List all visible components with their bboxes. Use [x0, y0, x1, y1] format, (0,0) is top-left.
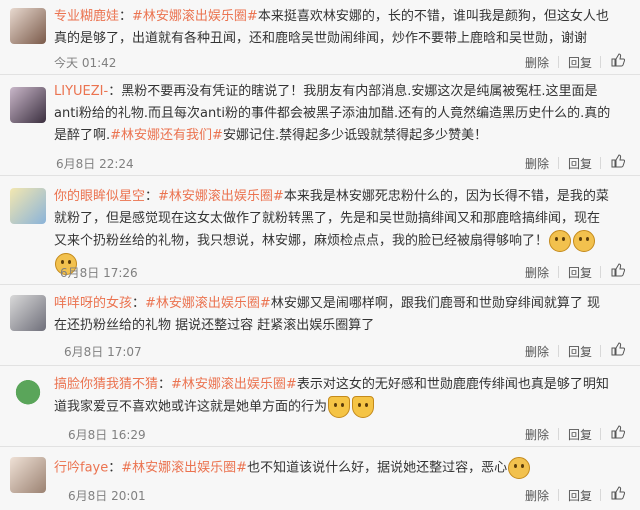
- delete-button[interactable]: 删除: [525, 343, 549, 360]
- timestamp: 6月8日 16:29: [68, 428, 146, 442]
- timestamp: 6月8日 22:24: [56, 157, 134, 171]
- emoji-icon: [573, 230, 596, 252]
- delete-button[interactable]: 删除: [525, 264, 549, 281]
- comment-item: 行吟faye：#林安娜滚出娱乐圈#也不知道该说什么好，据说她还整过容，恶心 6月…: [0, 447, 640, 510]
- topic-link[interactable]: #林安娜滚出娱乐圈#: [145, 296, 271, 311]
- username[interactable]: 专业糊鹿娃: [54, 9, 119, 24]
- avatar[interactable]: [10, 457, 46, 493]
- cat-emoji-icon: [352, 396, 375, 418]
- reply-button[interactable]: 回复: [568, 487, 592, 504]
- timestamp: 6月8日 20:01: [68, 489, 146, 503]
- timestamp: 6月8日 17:26: [60, 266, 138, 280]
- avatar[interactable]: [10, 376, 46, 412]
- emoji-icon: [508, 457, 531, 479]
- reply-button[interactable]: 回复: [568, 155, 592, 172]
- emoji-icon: [549, 230, 572, 252]
- topic-link[interactable]: #林安娜滚出娱乐圈#: [158, 189, 284, 204]
- thumbs-up-icon[interactable]: [611, 425, 625, 439]
- thumbs-up-icon[interactable]: [611, 53, 625, 67]
- username[interactable]: 搞脸你猜我猜不猜: [54, 377, 158, 392]
- reply-button[interactable]: 回复: [568, 426, 592, 443]
- avatar[interactable]: [10, 8, 46, 44]
- avatar[interactable]: [10, 188, 46, 224]
- username[interactable]: 你的眼眸似星空: [54, 189, 145, 204]
- reply-button[interactable]: 回复: [568, 54, 592, 71]
- topic-link[interactable]: #林安娜滚出娱乐圈#: [171, 377, 297, 392]
- comment-item: 咩咩呀的女孩：#林安娜滚出娱乐圈#林安娜又是闹哪样啊，跟我们鹿哥和世勋穿绯闻就算…: [0, 285, 640, 365]
- thumbs-up-icon[interactable]: [611, 154, 625, 168]
- thumbs-up-icon[interactable]: [611, 342, 625, 356]
- thumbs-up-icon[interactable]: [611, 486, 625, 500]
- avatar[interactable]: [10, 295, 46, 331]
- username[interactable]: 咩咩呀的女孩: [54, 296, 132, 311]
- topic-link[interactable]: #林安娜滚出娱乐圈#: [132, 9, 258, 24]
- delete-button[interactable]: 删除: [525, 54, 549, 71]
- comment-feed: 专业糊鹿娃：#林安娜滚出娱乐圈#本来挺喜欢林安娜的，长的不错，谁叫我是颜狗，但这…: [0, 0, 640, 510]
- delete-button[interactable]: 删除: [525, 155, 549, 172]
- reply-button[interactable]: 回复: [568, 343, 592, 360]
- avatar[interactable]: [10, 87, 46, 123]
- topic-link[interactable]: #林安娜滚出娱乐圈#: [121, 461, 247, 476]
- timestamp: 6月8日 17:07: [64, 345, 142, 359]
- delete-button[interactable]: 删除: [525, 487, 549, 504]
- cat-emoji-icon: [328, 396, 351, 418]
- thumbs-up-icon[interactable]: [611, 263, 625, 277]
- comment-item: 专业糊鹿娃：#林安娜滚出娱乐圈#本来挺喜欢林安娜的，长的不错，谁叫我是颜狗，但这…: [0, 0, 640, 74]
- delete-button[interactable]: 删除: [525, 426, 549, 443]
- topic-link[interactable]: #林安娜还有我们#: [110, 128, 223, 143]
- comment-text: 也不知道该说什么好，据说她还整过容，恶心: [247, 460, 508, 476]
- comment-item: 搞脸你猜我猜不猜：#林安娜滚出娱乐圈#表示对这女的无好感和世勋鹿鹿传绯闻也真是够…: [0, 366, 640, 446]
- comment-item: LIYUEZI-：黑粉不要再没有凭证的瞎说了！我朋友有内部消息.安娜这次是纯属被…: [0, 75, 640, 175]
- comment-text: 安娜记住.禁得起多少诋毁就禁得起多少赞美！: [222, 128, 488, 143]
- comment-item: 你的眼眸似星空：#林安娜滚出娱乐圈#本来我是林安娜死忠粉什么的，因为长得不错，是…: [0, 176, 640, 284]
- username[interactable]: 行吟faye: [54, 461, 108, 476]
- username[interactable]: LIYUEZI-: [54, 84, 108, 99]
- timestamp: 今天 01:42: [54, 56, 117, 70]
- reply-button[interactable]: 回复: [568, 264, 592, 281]
